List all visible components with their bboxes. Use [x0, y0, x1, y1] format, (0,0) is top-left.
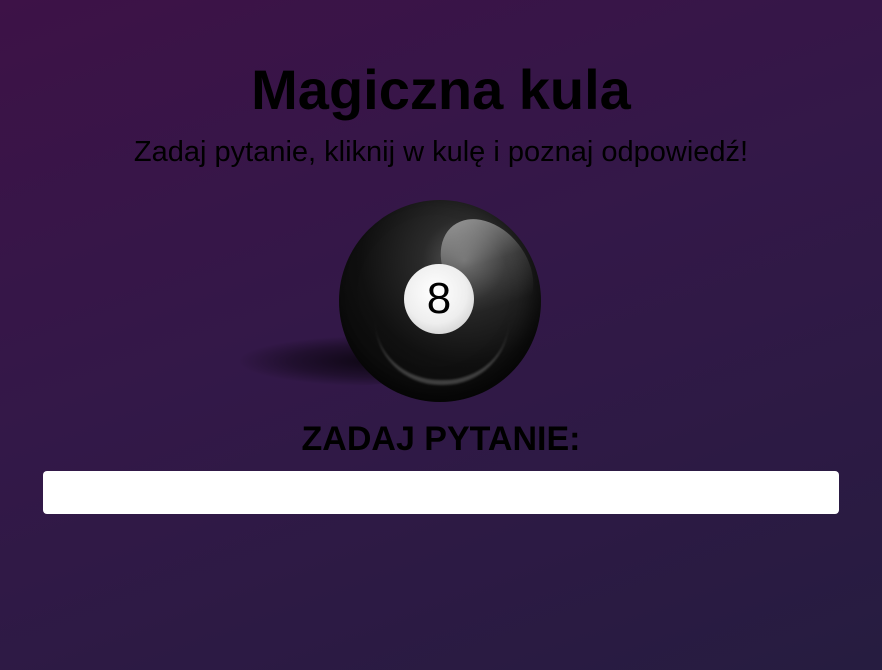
ball-number-circle: 8 [404, 264, 474, 334]
page-subtitle: Zadaj pytanie, kliknij w kulę i poznaj o… [133, 136, 749, 168]
question-label: ZADAJ PYTANIE: [301, 420, 581, 458]
ball-number: 8 [426, 274, 452, 323]
question-input[interactable] [43, 471, 839, 514]
page-title: Magiczna kula [251, 58, 631, 121]
magic-8-ball-icon[interactable]: 8 [339, 200, 541, 402]
magic-8-ball-button[interactable]: 8 [240, 198, 550, 408]
